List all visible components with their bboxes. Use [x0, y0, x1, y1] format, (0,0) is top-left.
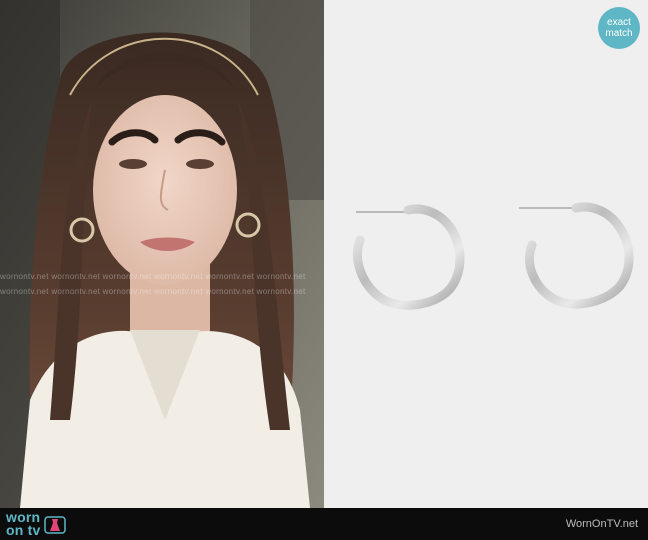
site-name: WornOnTV.net	[565, 518, 638, 530]
logo-line-2: on tv	[6, 522, 41, 538]
hoop-earrings-illustration	[353, 202, 634, 310]
actress-photo-illustration	[0, 0, 324, 508]
logo-wordmark: worn on tv	[6, 510, 41, 538]
exact-match-badge: exact match	[598, 7, 640, 49]
badge-line-1: exact	[607, 17, 631, 28]
footer-bar: worn on tv WornOnTV.net	[0, 508, 648, 540]
outfit-photo: wornontv.net wornontv.net wornontv.net w…	[0, 0, 324, 508]
dress-icon	[44, 516, 67, 534]
product-image: wornontv.net wornontv.net wornontv.net w…	[324, 0, 648, 508]
wornontv-logo[interactable]: worn on tv	[6, 510, 67, 538]
badge-line-2: match	[605, 28, 633, 39]
watermark: wornontv.net wornontv.net wornontv.net w…	[0, 287, 306, 296]
watermark: wornontv.net wornontv.net wornontv.net w…	[0, 272, 306, 281]
